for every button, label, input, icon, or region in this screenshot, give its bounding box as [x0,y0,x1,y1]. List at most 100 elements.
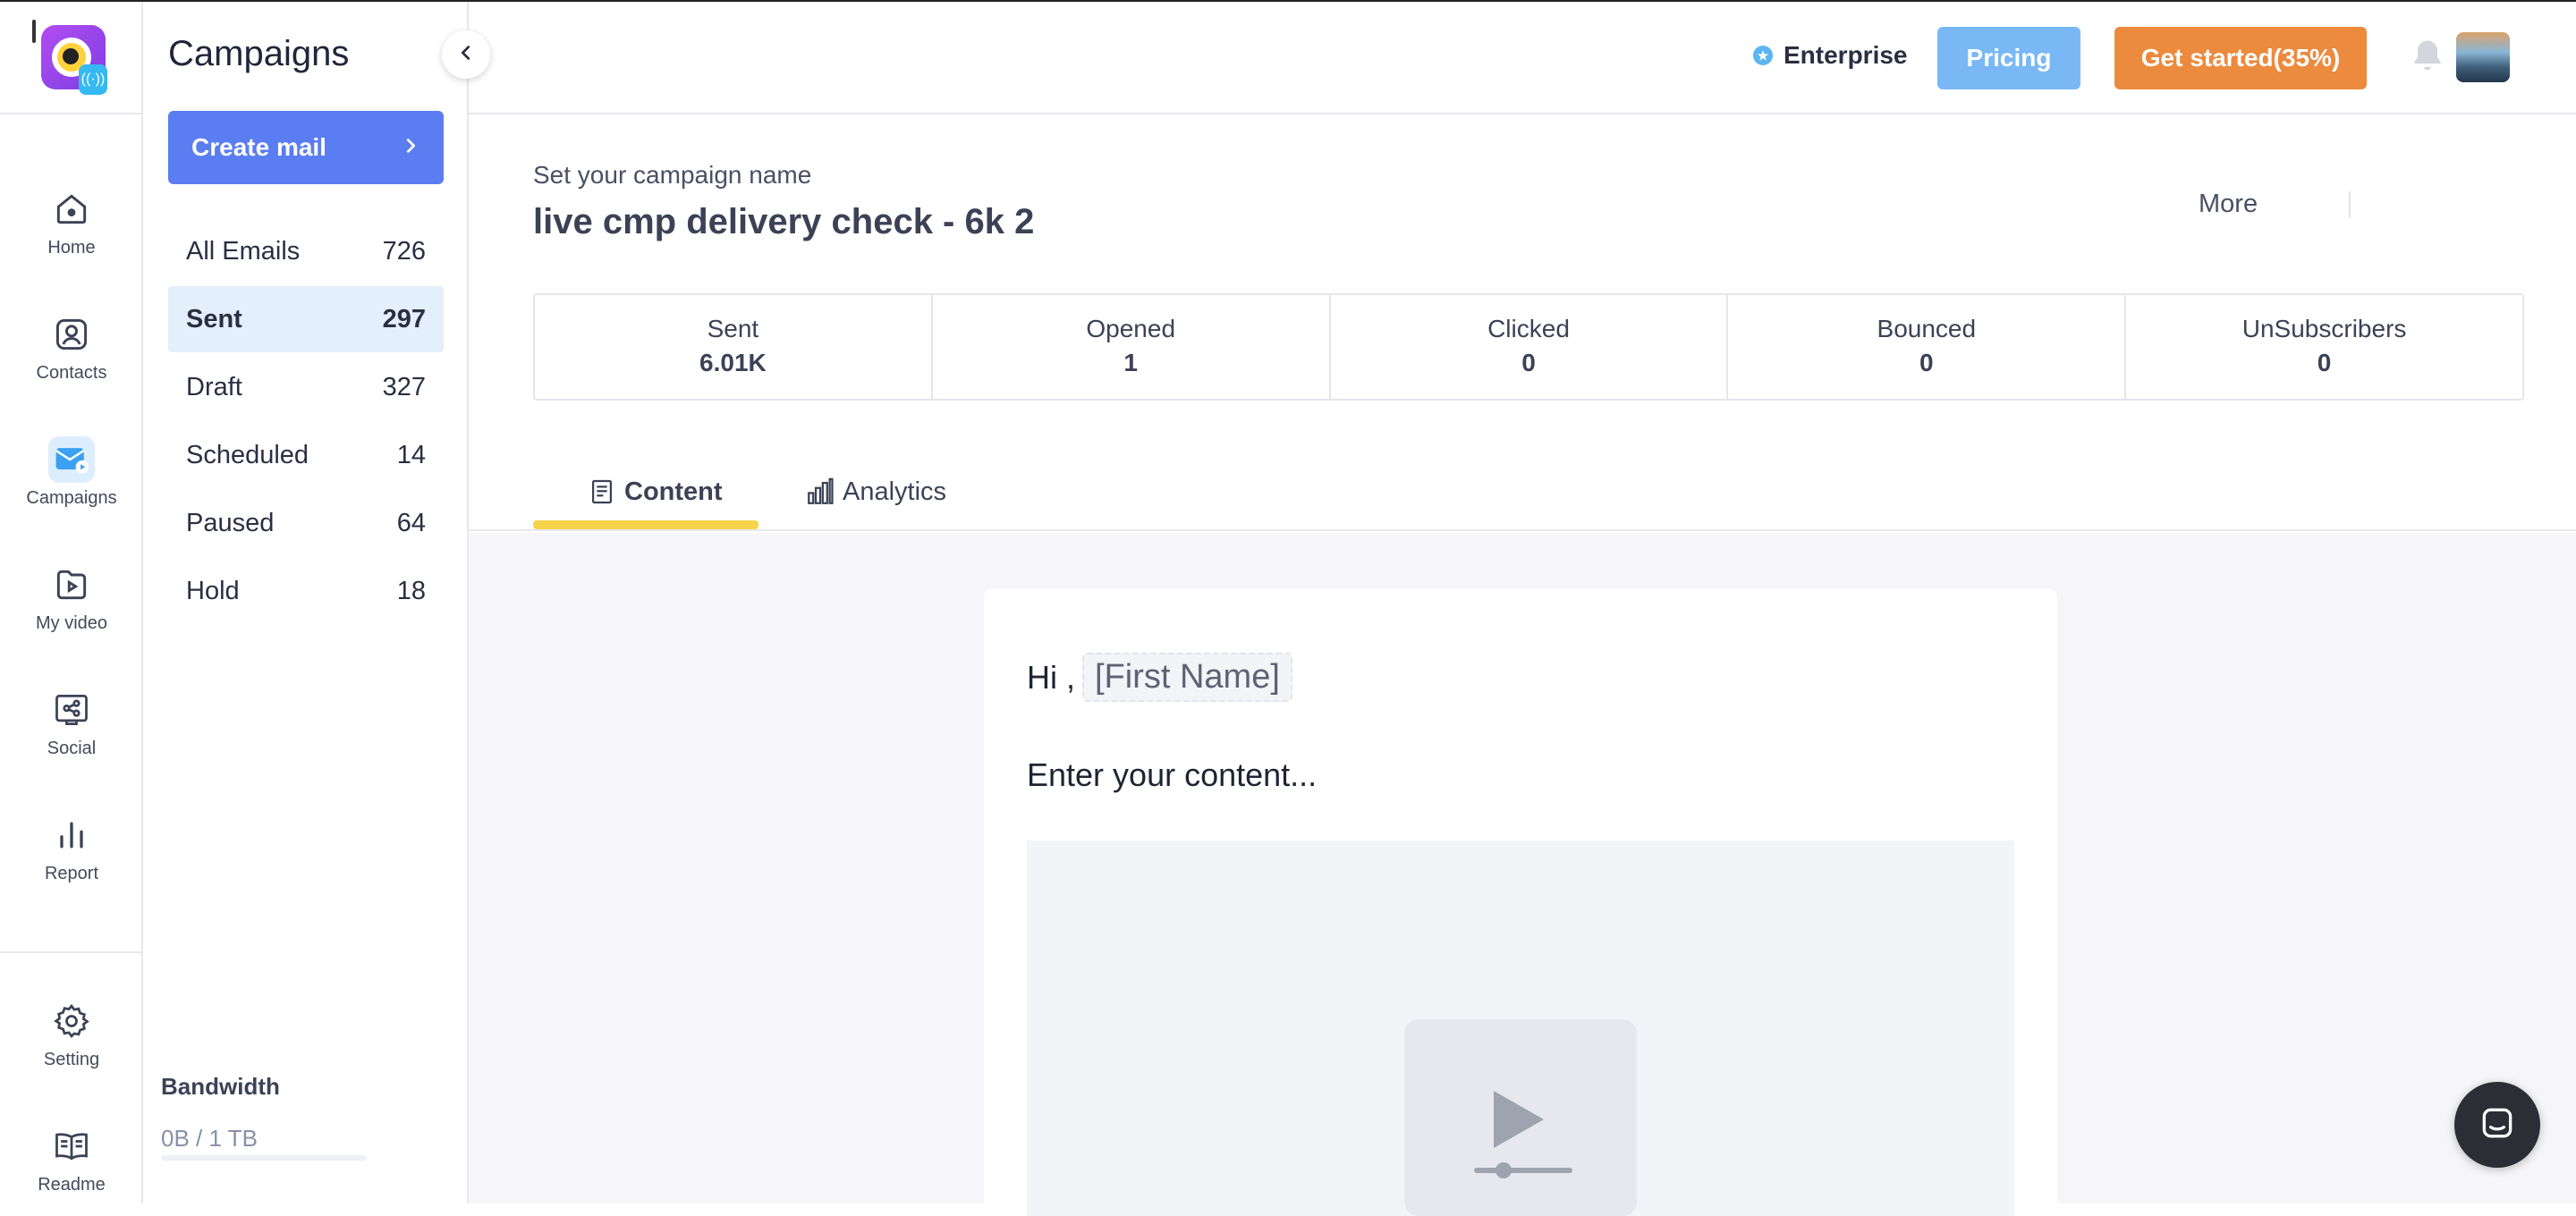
contacts-icon [48,311,95,358]
stat-label: Opened [1086,315,1176,342]
bandwidth-value: 0B / 1 TB [161,1125,258,1152]
folder-scheduled[interactable]: Scheduled 14 [168,422,444,488]
folder-count: 726 [382,236,426,266]
folder-count: 297 [382,304,426,334]
tab-content[interactable]: Content [587,465,723,519]
chat-launcher-button[interactable] [2454,1082,2540,1168]
tab-label: Content [624,477,723,506]
folder-count: 64 [396,508,426,537]
nav-report[interactable]: Report [0,812,143,884]
plan-label: Enterprise [1784,41,1908,69]
video-progress-track [1474,1168,1572,1173]
folder-sent[interactable]: Sent 297 [168,286,444,352]
nav-my-video[interactable]: My video [0,562,143,634]
mail-video-icon [48,436,95,483]
nav-label: Contacts [36,363,107,383]
divider [2349,191,2351,218]
nav-contacts[interactable]: Contacts [0,311,143,384]
bandwidth-label: Bandwidth [161,1073,280,1100]
nav-label: Setting [43,1050,100,1069]
folder-hold[interactable]: Hold 18 [168,558,444,624]
folder-count: 14 [396,440,426,469]
nav-campaigns[interactable]: Campaigns [0,436,143,509]
stat-clicked: Clicked 0 [1331,295,1729,399]
bar-chart-icon [48,812,95,858]
book-icon [48,1123,95,1170]
more-button[interactable]: More [2199,190,2258,219]
folder-label: Sent [186,304,242,334]
nav-label: Campaigns [26,488,117,508]
nav-label: Social [47,739,97,758]
stat-opened: Opened 1 [933,295,1331,399]
broadcast-icon: ((·)) [79,64,107,95]
folder-all-emails[interactable]: All Emails 726 [168,218,444,284]
folder-label: All Emails [186,236,301,266]
nav-label: Home [47,238,96,258]
tab-label: Analytics [843,477,947,506]
get-started-button[interactable]: Get started(35%) [2114,27,2367,89]
stat-value: 6.01K [699,349,767,376]
avatar[interactable] [2456,32,2510,82]
greeting-text: Hi , [1027,658,1075,696]
nav-setting[interactable]: Setting [0,998,143,1070]
create-mail-button[interactable]: Create mail [168,111,444,184]
stat-label: Bounced [1877,315,1977,342]
video-placeholder[interactable] [1027,840,2014,1216]
folder-label: Draft [186,372,242,401]
nav-readme[interactable]: Readme [0,1123,143,1195]
folder-paused[interactable]: Paused 64 [168,490,444,556]
share-icon [48,687,95,733]
email-preview: Hi , [First Name] Enter your content... [984,588,2057,1216]
folder-draft[interactable]: Draft 327 [168,354,444,420]
active-tab-indicator [533,520,758,529]
nav-social[interactable]: Social [0,687,143,759]
folder-label: Hold [186,576,240,605]
tab-analytics[interactable]: Analytics [805,465,946,519]
merge-tag[interactable]: [First Name] [1082,653,1292,702]
stat-label: Sent [707,315,759,342]
nav-label: Readme [38,1175,106,1195]
video-thumbnail [1404,1019,1637,1216]
folder-count: 18 [396,576,426,605]
nav-label: Report [44,864,99,883]
stat-value: 0 [1521,349,1536,376]
folder-label: Scheduled [186,440,309,469]
stat-bounced: Bounced 0 [1728,295,2127,399]
logo-antenna [32,20,36,43]
greeting-line: Hi , [First Name] [1027,653,1292,702]
folder-count: 327 [382,372,426,401]
app-logo[interactable]: ((·)) [0,2,143,114]
campaign-tabs: Content Analytics [469,442,2576,531]
collapse-sidebar-button[interactable] [442,30,490,79]
stat-value: 0 [1919,349,1934,376]
nav-rail: ((·)) Home Contacts Campaigns My video S… [0,2,143,1203]
stat-label: UnSubscribers [2241,315,2407,342]
stat-sent: Sent 6.01K [535,295,933,399]
sidebar-title: Campaigns [168,34,350,73]
document-icon [591,479,613,504]
nav-home[interactable]: Home [0,186,143,258]
gear-icon [48,998,95,1044]
video-icon [48,562,95,608]
chevron-left-icon [456,43,476,67]
pricing-button[interactable]: Pricing [1937,27,2080,89]
play-icon [1494,1091,1544,1148]
chat-icon [2478,1103,2517,1147]
stat-value: 0 [2317,349,2332,376]
bandwidth-progress [161,1155,367,1161]
folder-label: Paused [186,508,275,537]
bell-icon[interactable] [2408,36,2447,75]
star-icon: ★ [1753,46,1773,65]
stat-unsubscribers: UnSubscribers 0 [2126,295,2522,399]
campaign-sidebar: Campaigns Create mail All Emails 726 Sen… [143,2,469,1203]
nav-label: My video [35,613,108,633]
campaign-name[interactable]: live cmp delivery check - 6k 2 [533,202,1034,242]
video-progress-knob [1496,1162,1512,1178]
stats-bar: Sent 6.01K Opened 1 Clicked 0 Bounced 0 … [533,293,2524,401]
chevron-right-icon [401,133,420,162]
logo-pupil [63,48,79,64]
email-body[interactable]: Enter your content... [1027,756,1317,794]
bar-chart-icon [808,477,834,504]
home-icon [48,186,95,232]
top-header: ★ Enterprise Pricing Get started(35%) [469,2,2576,114]
